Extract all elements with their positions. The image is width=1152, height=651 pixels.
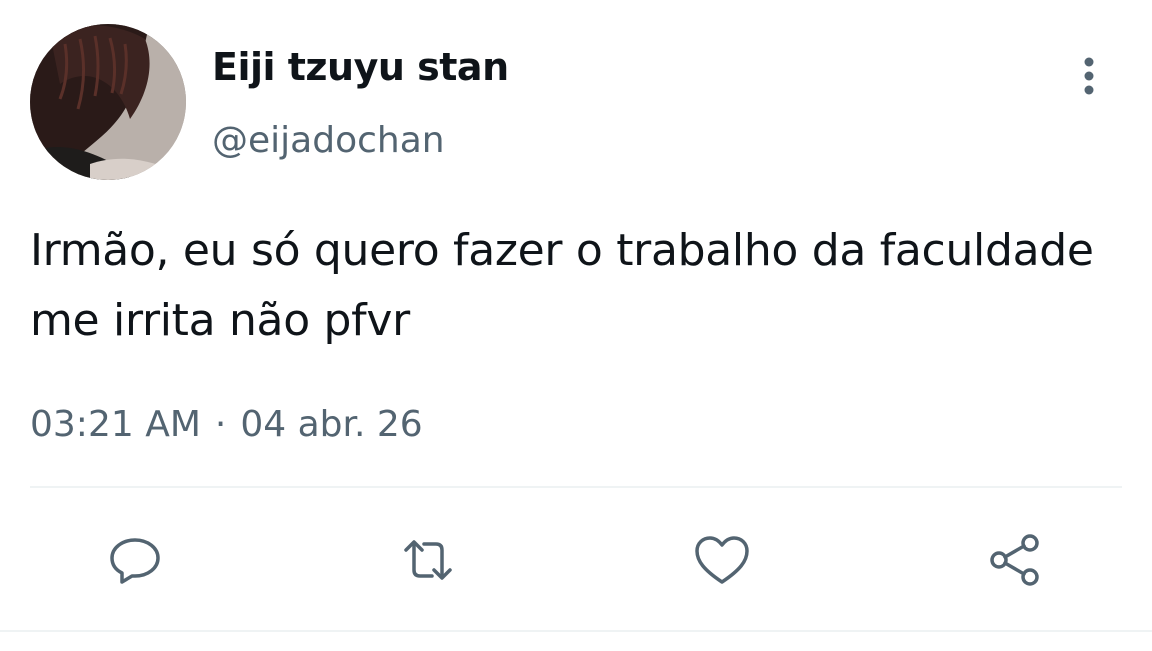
like-icon bbox=[695, 536, 749, 584]
retweet-icon bbox=[404, 540, 452, 580]
more-options-icon[interactable] bbox=[1072, 54, 1106, 98]
meta-separator: · bbox=[214, 404, 227, 445]
tweet-time: 03:21 AM bbox=[30, 404, 201, 445]
share-button[interactable] bbox=[985, 530, 1045, 590]
user-handle[interactable]: @eijadochan bbox=[212, 119, 445, 163]
like-button[interactable] bbox=[692, 530, 752, 590]
retweet-button[interactable] bbox=[398, 530, 458, 590]
reply-button[interactable] bbox=[105, 530, 165, 590]
tweet-card: Eiji tzuyu stan @eijadochan Irmão, eu só… bbox=[0, 0, 1152, 651]
tweet-timestamp[interactable]: 03:21 AM · 04 abr. 26 bbox=[30, 400, 423, 450]
tweet-text: Irmão, eu só quero fazer o trabalho da f… bbox=[30, 225, 1094, 346]
reply-icon bbox=[110, 538, 160, 584]
display-name[interactable]: Eiji tzuyu stan bbox=[212, 44, 509, 90]
share-icon bbox=[990, 534, 1039, 586]
divider bbox=[30, 486, 1122, 488]
tweet-date: 04 abr. 26 bbox=[240, 404, 423, 445]
avatar[interactable] bbox=[30, 24, 186, 180]
bottom-divider bbox=[0, 630, 1152, 632]
avatar-image bbox=[30, 24, 186, 180]
